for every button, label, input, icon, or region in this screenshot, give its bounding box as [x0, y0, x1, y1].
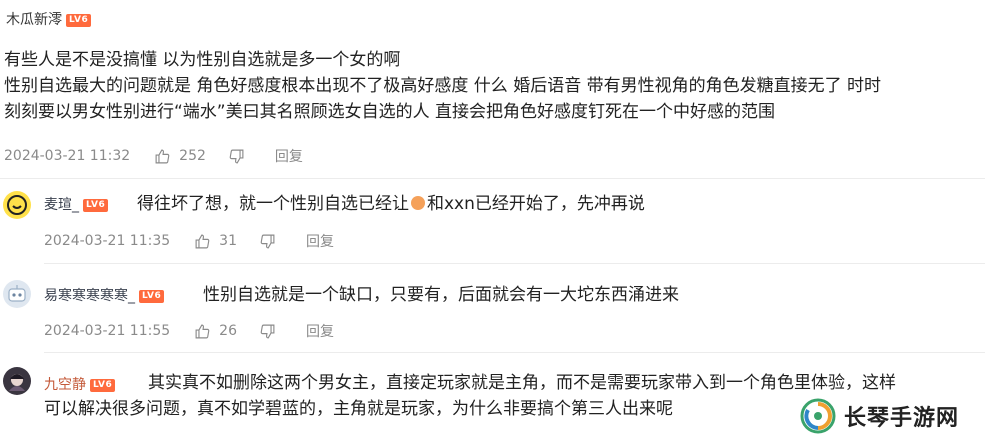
divider [44, 352, 985, 353]
comment-meta: 2024-03-21 11:55 26 回复 [44, 321, 334, 341]
username-text[interactable]: 易寒寒寒寒寒_ [44, 288, 135, 304]
reply-button[interactable]: 回复 [306, 321, 334, 341]
avatar[interactable] [3, 191, 31, 219]
comment-username[interactable]: 麦瑄_ LV6 [44, 194, 109, 214]
like-count: 252 [179, 148, 206, 164]
content-line: 刻刻要以男女性别进行“端水”美曰其名照顾选女自选的人 直接会把角色好感度钉死在一… [4, 102, 776, 122]
content-text: 得往坏了想，就一个性别自选已经让 [137, 194, 409, 214]
comment-meta: 2024-03-21 11:35 31 回复 [44, 231, 334, 251]
content-text: 和xxn已经开始了，先冲再说 [427, 194, 645, 214]
like-button[interactable]: 26 [194, 323, 237, 340]
like-button[interactable]: 31 [194, 233, 237, 250]
dislike-button[interactable] [259, 233, 284, 250]
username-text[interactable]: 木瓜新澪 [6, 12, 62, 28]
comment-content: 得往坏了想，就一个性别自选已经让 和xxn已经开始了，先冲再说 [137, 191, 645, 217]
comment-username[interactable]: 易寒寒寒寒寒_ LV6 [44, 285, 165, 305]
comment-date: 2024-03-21 11:35 [44, 233, 171, 249]
comment-meta: 2024-03-21 11:32 252 回复 [4, 146, 303, 166]
like-count: 26 [219, 323, 237, 339]
thumbs-up-icon [155, 149, 170, 163]
level-badge: LV6 [83, 198, 109, 212]
divider [0, 178, 985, 179]
comment-date: 2024-03-21 11:55 [44, 323, 171, 339]
comment-username[interactable]: 木瓜新澪 LV6 [6, 9, 92, 29]
site-watermark: 长琴手游网 [800, 398, 959, 434]
avatar[interactable] [3, 367, 31, 395]
reply-button[interactable]: 回复 [275, 146, 303, 166]
comment-content: 有些人是不是没搞懂 以为性别自选就是多一个女的啊 性别自选最大的问题就是 角色好… [4, 47, 979, 125]
thumbs-down-icon [260, 234, 275, 248]
level-badge: LV6 [139, 289, 165, 303]
site-logo-icon [800, 398, 836, 434]
watermark-text: 长琴手游网 [844, 406, 960, 431]
avatar[interactable] [3, 280, 31, 308]
thumbs-up-icon [195, 324, 210, 338]
flower-emoji-icon [411, 196, 425, 210]
thumbs-up-icon [195, 234, 210, 248]
thumbs-down-icon [260, 324, 275, 338]
dislike-button[interactable] [228, 148, 253, 165]
like-button[interactable]: 252 [154, 148, 206, 165]
content-text: 性别自选就是一个缺口，只要有，后面就会有一大坨东西涌进来 [203, 285, 679, 305]
character-avatar-icon [9, 374, 25, 391]
content-line: 有些人是不是没搞懂 以为性别自选就是多一个女的啊 [4, 50, 401, 70]
divider [44, 263, 985, 264]
content-line: 其实真不如删除这两个男女主，直接定玩家就是主角，而不是需要玩家带入到一个角色里体… [148, 373, 896, 393]
content-line: 性别自选最大的问题就是 角色好感度根本出现不了极高好感度 什么 婚后语音 带有男… [4, 76, 882, 96]
smile-face-icon [7, 195, 27, 215]
comment-date: 2024-03-21 11:32 [4, 148, 131, 164]
username-text[interactable]: 麦瑄_ [44, 197, 79, 213]
thumbs-down-icon [229, 149, 244, 163]
reply-button[interactable]: 回复 [306, 231, 334, 251]
level-badge: LV6 [66, 13, 92, 27]
comment-content: 性别自选就是一个缺口，只要有，后面就会有一大坨东西涌进来 [203, 282, 679, 308]
dislike-button[interactable] [259, 323, 284, 340]
robot-avatar-icon [8, 285, 26, 302]
like-count: 31 [219, 233, 237, 249]
